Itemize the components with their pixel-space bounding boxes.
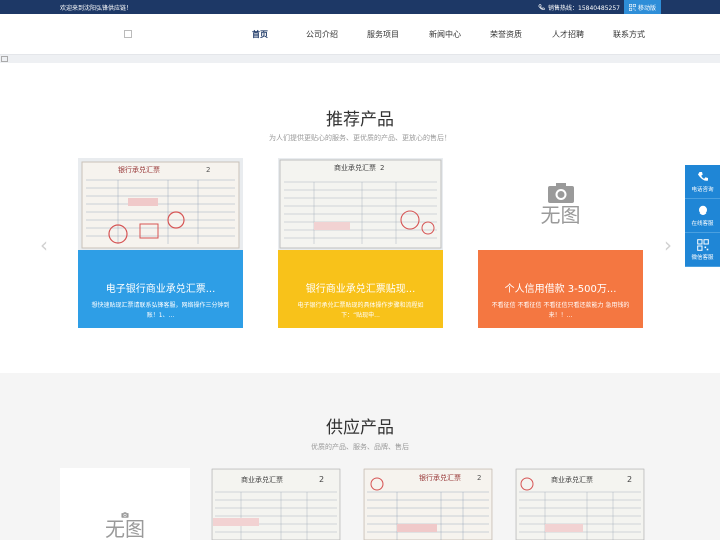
supply-section: 供应产品 优质的产品、服务、品牌、售后 无图 商业承兑汇票 2 银行承兑汇票 2…: [0, 373, 720, 540]
product-title[interactable]: 个人信用借款 3-500万...: [478, 280, 643, 295]
product-title[interactable]: 电子银行商业承兑汇票...: [78, 280, 243, 295]
mobile-version-button[interactable]: 移动版: [624, 0, 661, 14]
product-card[interactable]: 无图 个人信用借款 3-500万... 不看征信 不看征信 不看征信只看还款能力…: [478, 158, 643, 328]
broken-image-icon: [1, 56, 8, 62]
supply-subtitle: 优质的产品、服务、品牌、售后: [311, 443, 409, 451]
cheque-header-text: 银行承兑汇票: [419, 473, 461, 482]
product-card-body: 个人信用借款 3-500万... 不看征信 不看征信 不看征信只看还款能力 急用…: [478, 250, 643, 328]
supply-card[interactable]: 商业承兑汇票 2: [515, 468, 645, 540]
banner-image[interactable]: [0, 54, 720, 63]
no-image-placeholder[interactable]: 无图: [478, 158, 643, 250]
cheque-number-text: 2: [319, 475, 324, 484]
supply-title: 供应产品: [326, 418, 394, 438]
qrcode-icon: [696, 238, 709, 251]
nav-honors[interactable]: 荣誉资质: [490, 29, 522, 40]
cheque-number-text: 2: [380, 164, 384, 172]
cheque-header-text: 商业承兑汇票: [334, 163, 376, 172]
product-title[interactable]: 银行商业承兑汇票贴现...: [278, 280, 443, 295]
qrcode-icon: [629, 3, 636, 11]
nav-services[interactable]: 服务项目: [367, 29, 399, 40]
nav-news[interactable]: 新闻中心: [429, 29, 461, 40]
online-service-button[interactable]: 在线客服: [685, 199, 720, 233]
cheque-number-text: 2: [477, 474, 481, 482]
supply-card[interactable]: 银行承兑汇票 2: [363, 468, 493, 540]
cheque-image: 银行承兑汇票 2: [363, 468, 493, 540]
nav-contact[interactable]: 联系方式: [613, 29, 645, 40]
cheque-number-text: 2: [206, 166, 210, 174]
side-float-bar: 电话咨询 在线客服 微信客服: [685, 165, 720, 267]
product-card[interactable]: 银行承兑汇票 2 电子银行商业承兑汇票... 想快速贴现汇票请联系弘锋客服，网络…: [78, 158, 243, 328]
sales-hotline: 销售热线：15840485257: [538, 3, 620, 12]
logo-image[interactable]: [124, 30, 132, 38]
side-item-label: 电话咨询: [691, 186, 714, 193]
product-description: 不看征信 不看征信 不看征信只看还款能力 急用钱的来！！...: [491, 302, 630, 319]
no-image-placeholder[interactable]: 无图: [60, 468, 190, 540]
welcome-text: 欢迎来到沈阳弘锋供应链！: [60, 5, 133, 12]
product-card-body: 银行商业承兑汇票贴现... 电子银行承兑汇票贴现的具体操作步骤和流程如下：“贴现…: [278, 250, 443, 328]
cheque-image: 商业承兑汇票 2: [211, 468, 341, 540]
product-description: 电子银行承兑汇票贴现的具体操作步骤和流程如下：“贴现申...: [297, 302, 424, 319]
product-image[interactable]: 商业承兑汇票 2: [278, 158, 443, 250]
carousel-prev-arrow[interactable]: ‹: [40, 233, 48, 257]
header: 首页 公司介绍 服务项目 新闻中心 荣誉资质 人才招聘 联系方式: [0, 14, 720, 54]
cheque-image: 商业承兑汇票 2: [279, 159, 442, 249]
chat-icon: [698, 205, 707, 215]
hotline-label: 销售热线：15840485257: [548, 5, 620, 12]
phone-icon: [697, 171, 708, 181]
cheque-number-text: 2: [627, 475, 632, 484]
side-item-label: 在线客服: [691, 220, 714, 227]
nav-home[interactable]: 首页: [252, 29, 268, 40]
phone-icon: [538, 4, 545, 11]
product-description: 想快速贴现汇票请联系弘锋客服，网络操作三分钟到账！1、...: [91, 302, 230, 319]
supply-card[interactable]: 商业承兑汇票 2: [211, 468, 341, 540]
cheque-image: 商业承兑汇票 2: [515, 468, 645, 540]
cheque-image: 银行承兑汇票 2: [81, 161, 240, 249]
no-image-text: 无图: [540, 203, 581, 227]
recommended-subtitle: 为人们提供更贴心的服务、更优质的产品、更放心的售后！: [269, 134, 451, 142]
product-card[interactable]: 商业承兑汇票 2 银行商业承兑汇票贴现... 电子银行承兑汇票贴现的具体操作步骤…: [278, 158, 443, 328]
nav-company[interactable]: 公司介绍: [306, 29, 338, 40]
side-item-label: 微信客服: [691, 254, 714, 261]
mobile-version-label: 移动版: [637, 4, 656, 12]
cheque-header-text: 银行承兑汇票: [118, 165, 160, 174]
cheque-header-text: 商业承兑汇票: [241, 475, 283, 484]
supply-card[interactable]: 无图: [60, 468, 190, 540]
no-image-text: 无图: [105, 517, 145, 540]
top-bar: 欢迎来到沈阳弘锋供应链！ 销售热线：15840485257 移动版: [0, 0, 720, 14]
wechat-service-button[interactable]: 微信客服: [685, 233, 720, 267]
phone-consult-button[interactable]: 电话咨询: [685, 165, 720, 199]
product-card-body: 电子银行商业承兑汇票... 想快速贴现汇票请联系弘锋客服，网络操作三分钟到账！1…: [78, 250, 243, 328]
product-image[interactable]: 银行承兑汇票 2: [78, 158, 243, 250]
nav-recruitment[interactable]: 人才招聘: [552, 29, 584, 40]
recommended-title: 推荐产品: [326, 110, 394, 130]
carousel-next-arrow[interactable]: ›: [664, 233, 672, 257]
cheque-header-text: 商业承兑汇票: [551, 475, 593, 484]
camera-icon: [547, 183, 574, 203]
